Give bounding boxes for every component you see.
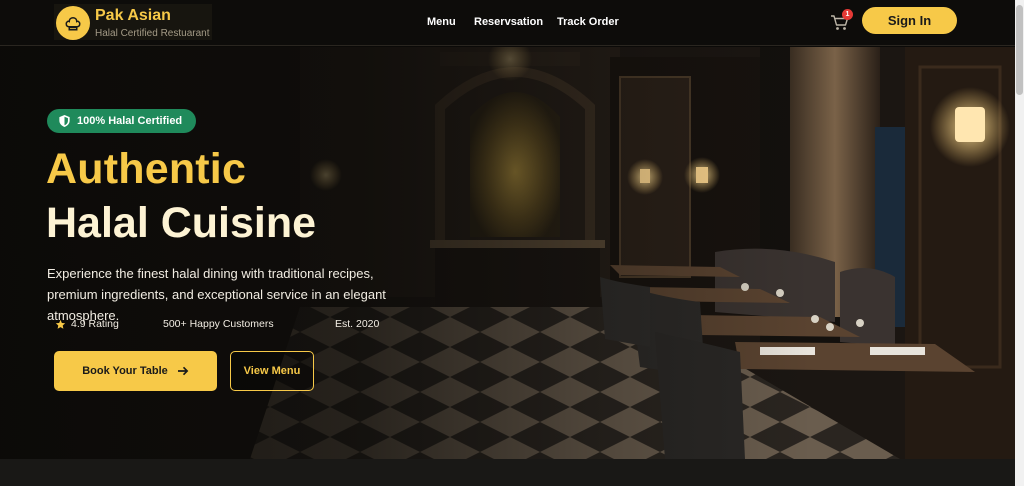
stat-rating: 4.9 Rating (55, 318, 119, 330)
hero-section: 100% Halal Certified Authentic Halal Cui… (0, 47, 1015, 459)
hero-description: Experience the finest halal dining with … (47, 266, 386, 323)
brand-tagline: Halal Certified Restuarant (95, 28, 210, 39)
nav-reservation[interactable]: Reservsation (474, 16, 543, 28)
hero-title-line2: Halal Cuisine (46, 199, 317, 247)
page: Pak Asian Halal Certified Restuarant Men… (0, 0, 1024, 486)
chef-hat-icon (56, 6, 90, 40)
badge-label: 100% Halal Certified (77, 115, 183, 127)
sign-in-button[interactable]: Sign In (862, 7, 957, 34)
next-section-edge (0, 459, 1015, 486)
stat-customers-label: 500+ Happy Customers (163, 318, 274, 330)
nav-track-order[interactable]: Track Order (557, 16, 619, 28)
cart-count-badge: 1 (842, 9, 853, 20)
book-table-button[interactable]: Book Your Table (54, 351, 217, 391)
view-menu-button[interactable]: View Menu (230, 351, 314, 391)
stat-established-label: Est. 2020 (335, 318, 380, 330)
halal-certified-badge: 100% Halal Certified (47, 109, 196, 133)
book-table-label: Book Your Table (82, 365, 168, 377)
shield-icon (59, 115, 70, 127)
brand-name[interactable]: Pak Asian (95, 7, 171, 25)
nav-menu[interactable]: Menu (427, 16, 456, 28)
stat-rating-label: 4.9 Rating (71, 318, 119, 330)
page-scrollbar-thumb[interactable] (1016, 5, 1023, 95)
arrow-right-icon (177, 366, 189, 376)
hero-title-line1: Authentic (46, 145, 247, 193)
stat-customers: 500+ Happy Customers (163, 318, 274, 330)
star-icon (55, 319, 66, 329)
stat-established: Est. 2020 (335, 318, 379, 330)
site-header: Pak Asian Halal Certified Restuarant Men… (0, 0, 1015, 46)
